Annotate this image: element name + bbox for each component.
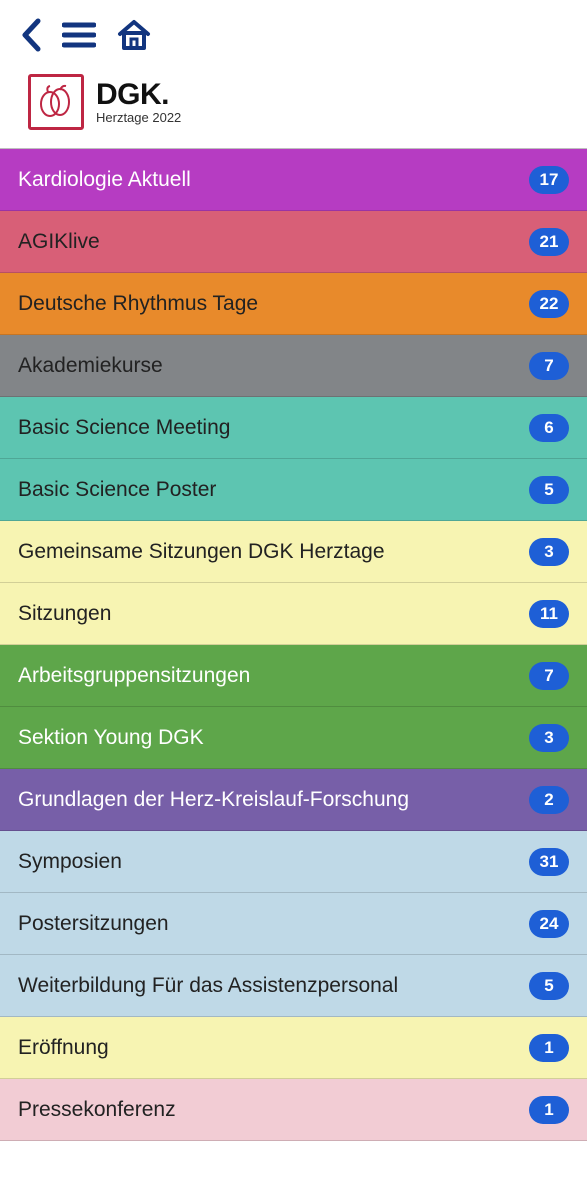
count-badge: 31 (529, 848, 569, 876)
category-row[interactable]: Deutsche Rhythmus Tage 22 (0, 273, 587, 335)
count-badge: 1 (529, 1034, 569, 1062)
category-row[interactable]: Pressekonferenz 1 (0, 1079, 587, 1141)
category-label: Symposien (18, 850, 122, 874)
category-row[interactable]: Kardiologie Aktuell 17 (0, 149, 587, 211)
home-icon[interactable] (116, 18, 152, 52)
count-badge: 5 (529, 972, 569, 1000)
category-label: Eröffnung (18, 1036, 109, 1060)
count-badge: 6 (529, 414, 569, 442)
count-badge: 7 (529, 662, 569, 690)
navbar (0, 0, 587, 70)
category-row[interactable]: Symposien 31 (0, 831, 587, 893)
count-badge: 21 (529, 228, 569, 256)
count-badge: 11 (529, 600, 569, 628)
category-list: Kardiologie Aktuell17AGIKlive21Deutsche … (0, 148, 587, 1141)
category-row[interactable]: Grundlagen der Herz-Kreislauf-Forschung 2 (0, 769, 587, 831)
category-label: Gemeinsame Sitzungen DGK Herztage (18, 540, 385, 564)
category-label: Akademiekurse (18, 354, 163, 378)
category-label: Deutsche Rhythmus Tage (18, 292, 258, 316)
count-badge: 1 (529, 1096, 569, 1124)
category-row[interactable]: Eröffnung 1 (0, 1017, 587, 1079)
logo-icon (28, 74, 84, 130)
category-label: Sektion Young DGK (18, 726, 204, 750)
category-label: Basic Science Poster (18, 478, 216, 502)
category-row[interactable]: Sektion Young DGK 3 (0, 707, 587, 769)
count-badge: 2 (529, 786, 569, 814)
category-label: AGIKlive (18, 230, 100, 254)
category-label: Sitzungen (18, 602, 111, 626)
category-row[interactable]: Basic Science Meeting 6 (0, 397, 587, 459)
count-badge: 24 (529, 910, 569, 938)
category-label: Basic Science Meeting (18, 416, 230, 440)
logo-title: DGK. (96, 79, 181, 111)
count-badge: 22 (529, 290, 569, 318)
category-row[interactable]: Weiterbildung Für das Assistenzpersonal 5 (0, 955, 587, 1017)
back-icon[interactable] (20, 18, 42, 52)
category-label: Kardiologie Aktuell (18, 168, 191, 192)
category-row[interactable]: Sitzungen 11 (0, 583, 587, 645)
menu-icon[interactable] (62, 21, 96, 49)
logo-subtitle: Herztage 2022 (96, 111, 181, 125)
app-logo: DGK. Herztage 2022 (0, 70, 587, 148)
category-row[interactable]: AGIKlive 21 (0, 211, 587, 273)
count-badge: 17 (529, 166, 569, 194)
category-label: Postersitzungen (18, 912, 169, 936)
category-label: Pressekonferenz (18, 1098, 176, 1122)
count-badge: 3 (529, 538, 569, 566)
count-badge: 7 (529, 352, 569, 380)
category-label: Arbeitsgruppensitzungen (18, 664, 250, 688)
category-row[interactable]: Basic Science Poster 5 (0, 459, 587, 521)
category-label: Grundlagen der Herz-Kreislauf-Forschung (18, 788, 409, 812)
category-row[interactable]: Gemeinsame Sitzungen DGK Herztage 3 (0, 521, 587, 583)
category-row[interactable]: Postersitzungen 24 (0, 893, 587, 955)
count-badge: 5 (529, 476, 569, 504)
category-row[interactable]: Arbeitsgruppensitzungen 7 (0, 645, 587, 707)
count-badge: 3 (529, 724, 569, 752)
logo-text: DGK. Herztage 2022 (96, 79, 181, 124)
category-row[interactable]: Akademiekurse 7 (0, 335, 587, 397)
category-label: Weiterbildung Für das Assistenzpersonal (18, 974, 398, 998)
